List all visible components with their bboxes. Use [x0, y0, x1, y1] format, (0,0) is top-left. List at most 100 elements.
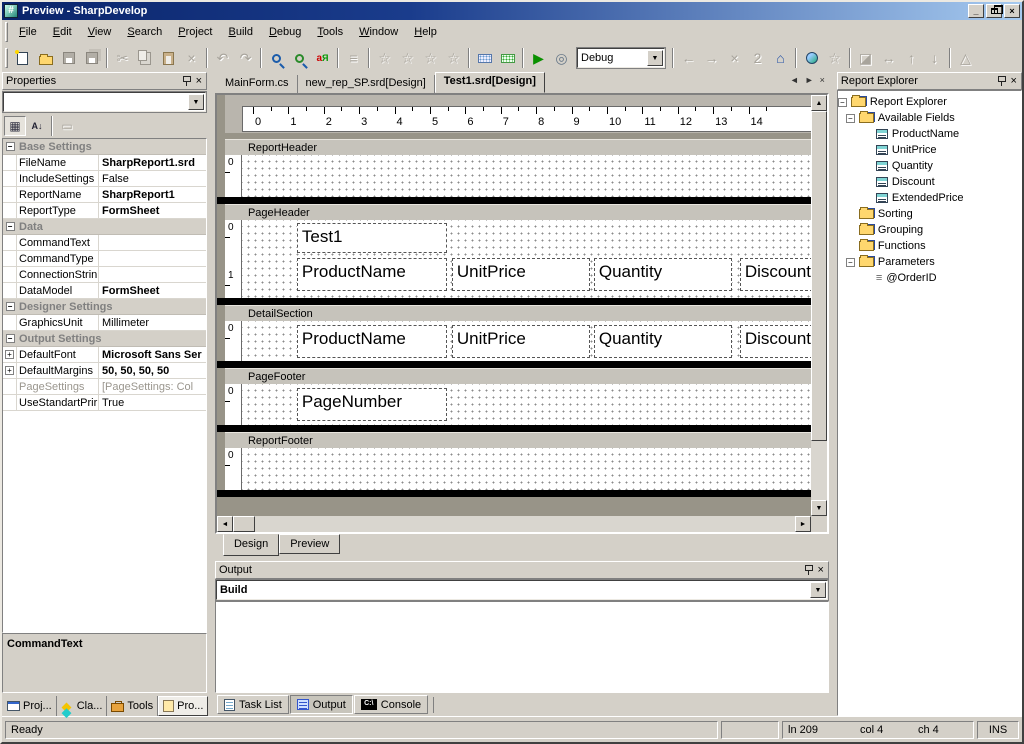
- section-header-pagefooter[interactable]: PageFooter: [225, 368, 811, 384]
- restore-button[interactable]: [986, 4, 1002, 18]
- tree-item-discount[interactable]: Discount: [838, 174, 1021, 190]
- web-browser-button[interactable]: [800, 47, 823, 70]
- property-row-filename[interactable]: FileNameSharpReport1.srd: [3, 155, 206, 171]
- report-item-test1[interactable]: Test1: [297, 223, 447, 253]
- collapse-icon[interactable]: −: [6, 302, 15, 311]
- macro-play-button[interactable]: [496, 47, 519, 70]
- output-dropdown-arrow-icon[interactable]: ▼: [810, 582, 826, 598]
- section-header-pageheader[interactable]: PageHeader: [225, 204, 811, 220]
- tree-item-available-fields[interactable]: −Available Fields: [838, 110, 1021, 126]
- property-row-reporttype[interactable]: ReportTypeFormSheet: [3, 203, 206, 219]
- dropdown-arrow-icon[interactable]: ▼: [647, 50, 663, 66]
- section-canvas-pageheader[interactable]: Test1ProductNameUnitPriceQuantityDiscoun…: [242, 220, 811, 298]
- menu-tools[interactable]: Tools: [309, 23, 351, 41]
- report-item-discount[interactable]: Discount: [740, 258, 811, 291]
- scroll-right-icon[interactable]: ►: [795, 516, 811, 532]
- property-value[interactable]: Microsoft Sans Ser: [99, 349, 206, 361]
- output-close-icon[interactable]: ×: [817, 565, 825, 575]
- section-separator[interactable]: [217, 361, 811, 368]
- tree-collapse-icon[interactable]: −: [846, 258, 855, 267]
- section-header-detailsection[interactable]: DetailSection: [225, 305, 811, 321]
- section-canvas-detailsection[interactable]: ProductNameUnitPriceQuantityDiscount: [242, 321, 811, 361]
- tree-item-grouping[interactable]: Grouping: [838, 222, 1021, 238]
- report-item-unitprice[interactable]: UnitPrice: [452, 325, 590, 358]
- tool-tab-task-list[interactable]: Task List: [217, 695, 289, 714]
- tool-tab-console[interactable]: C:\Console: [354, 695, 428, 714]
- vertical-scrollbar[interactable]: ▲ ▼: [811, 95, 827, 516]
- right-splitter[interactable]: [829, 72, 837, 716]
- property-value[interactable]: Millimeter: [99, 317, 206, 329]
- output-pin-icon[interactable]: [804, 565, 813, 575]
- tree-item-parameters[interactable]: −Parameters: [838, 254, 1021, 270]
- horizontal-scroll-track[interactable]: [255, 516, 795, 532]
- tree-collapse-icon[interactable]: −: [846, 114, 855, 123]
- document-tab-new-rep-sp-srd-design[interactable]: new_rep_SP.srd[Design]: [298, 75, 435, 93]
- horizontal-scroll-thumb[interactable]: [233, 516, 255, 532]
- home-button[interactable]: ⌂: [769, 47, 792, 70]
- property-row-includesettings[interactable]: IncludeSettingsFalse: [3, 171, 206, 187]
- property-row-defaultfont[interactable]: +DefaultFontMicrosoft Sans Ser: [3, 347, 206, 363]
- category-row-designer-settings[interactable]: −Designer Settings: [3, 299, 206, 315]
- property-value[interactable]: True: [99, 397, 206, 409]
- document-tab-mainform-cs[interactable]: MainForm.cs: [217, 75, 298, 93]
- section-separator[interactable]: [217, 490, 811, 497]
- view-tab-preview[interactable]: Preview: [279, 534, 340, 554]
- tree-item-extendedprice[interactable]: ExtendedPrice: [838, 190, 1021, 206]
- tab-pro[interactable]: Pro...: [158, 696, 208, 716]
- dropdown-arrow-icon[interactable]: ▼: [188, 94, 204, 110]
- section-separator[interactable]: [217, 197, 811, 204]
- property-row-graphicsunit[interactable]: GraphicsUnitMillimeter: [3, 315, 206, 331]
- section-canvas-pagefooter[interactable]: PageNumber: [242, 384, 811, 425]
- tab-cla[interactable]: Cla...: [57, 696, 108, 716]
- tree-item-sorting[interactable]: Sorting: [838, 206, 1021, 222]
- property-row-reportname[interactable]: ReportNameSharpReport1: [3, 187, 206, 203]
- collapse-icon[interactable]: −: [6, 222, 15, 231]
- output-category-combo[interactable]: Build ▼: [216, 580, 828, 600]
- new-file-button[interactable]: [11, 47, 34, 70]
- menu-grip[interactable]: [5, 22, 8, 42]
- left-splitter[interactable]: [207, 72, 215, 716]
- tab-scroll-left-icon[interactable]: ◄: [790, 75, 799, 85]
- macro-record-button[interactable]: [473, 47, 496, 70]
- find-in-files-button[interactable]: [288, 47, 311, 70]
- horizontal-scrollbar[interactable]: ◄ ►: [217, 516, 811, 532]
- menu-file[interactable]: File: [11, 23, 45, 41]
- find-button[interactable]: [265, 47, 288, 70]
- output-text-area[interactable]: [215, 601, 829, 693]
- report-item-unitprice[interactable]: UnitPrice: [452, 258, 590, 291]
- alphabetical-button[interactable]: A↓: [26, 116, 48, 136]
- property-row-datamodel[interactable]: DataModelFormSheet: [3, 283, 206, 299]
- view-tab-design[interactable]: Design: [223, 534, 279, 556]
- tree-item-productname[interactable]: ProductName: [838, 126, 1021, 142]
- category-row-data[interactable]: −Data: [3, 219, 206, 235]
- report-item-quantity[interactable]: Quantity: [594, 258, 732, 291]
- document-tab-test1-srd-design[interactable]: Test1.srd[Design]: [435, 72, 545, 93]
- property-value[interactable]: SharpReport1: [99, 189, 206, 201]
- scroll-down-icon[interactable]: ▼: [811, 500, 827, 516]
- tree-collapse-icon[interactable]: −: [838, 98, 847, 107]
- tree-item-quantity[interactable]: Quantity: [838, 158, 1021, 174]
- close-button[interactable]: ×: [1004, 4, 1020, 18]
- report-item-quantity[interactable]: Quantity: [594, 325, 732, 358]
- section-separator[interactable]: [217, 298, 811, 305]
- tree-item-unitprice[interactable]: UnitPrice: [838, 142, 1021, 158]
- menu-help[interactable]: Help: [406, 23, 445, 41]
- minimize-button[interactable]: _: [968, 4, 984, 18]
- menu-view[interactable]: View: [80, 23, 120, 41]
- debug-target-combo[interactable]: Debug▼: [577, 48, 665, 68]
- scroll-up-icon[interactable]: ▲: [811, 95, 827, 111]
- report-item-discount[interactable]: Discount: [740, 325, 811, 358]
- tab-tools[interactable]: Tools: [107, 696, 158, 716]
- collapse-icon[interactable]: −: [6, 334, 15, 343]
- section-separator[interactable]: [217, 425, 811, 432]
- property-value[interactable]: [PageSettings: Col: [99, 381, 206, 393]
- property-row-pagesettings[interactable]: PageSettings[PageSettings: Col: [3, 379, 206, 395]
- run-button[interactable]: ▶: [527, 47, 550, 70]
- tree-item-report-explorer[interactable]: −Report Explorer: [838, 94, 1021, 110]
- report-item-pagenumber[interactable]: PageNumber: [297, 388, 447, 421]
- pin-icon[interactable]: [182, 76, 191, 86]
- replace-button[interactable]: a: [311, 47, 334, 70]
- stop-button[interactable]: ◎: [550, 47, 573, 70]
- section-header-reportfooter[interactable]: ReportFooter: [225, 432, 811, 448]
- tab-close-icon[interactable]: ×: [820, 75, 825, 85]
